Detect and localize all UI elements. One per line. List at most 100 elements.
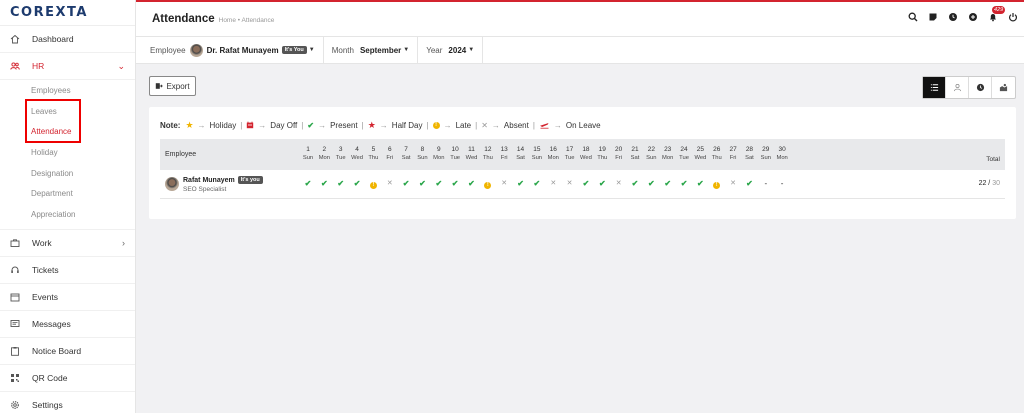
day-weekday: Wed [694, 155, 707, 161]
attendance-status-absent[interactable]: ✕ [725, 179, 741, 189]
view-switcher [922, 76, 1016, 99]
sidebar-item-events[interactable]: Events [0, 284, 135, 311]
attendance-status-present[interactable]: ✔ [513, 179, 529, 189]
sidebar-item-messages[interactable]: Messages [0, 311, 135, 338]
add-circle-icon[interactable] [968, 12, 978, 22]
day-weekday: Thu [368, 155, 379, 161]
attendance-status-present[interactable]: ✔ [627, 179, 643, 189]
day-column-header: 20 Fri [611, 145, 627, 163]
list-view-button[interactable] [923, 77, 946, 98]
app-logo[interactable]: COREXTA [0, 0, 135, 26]
attendance-status-present[interactable]: ✔ [414, 179, 430, 189]
attendance-status-present[interactable]: ✔ [578, 179, 594, 189]
day-column-header: 2 Mon [316, 145, 332, 163]
top-header: Attendance Home • Attendance 429 [136, 0, 1024, 37]
submenu-item-designation[interactable]: Designation [0, 163, 135, 184]
attendance-status-absent[interactable]: ✕ [611, 179, 627, 189]
sidebar-item-qr-code[interactable]: QR Code [0, 365, 135, 392]
attendance-status-absent[interactable]: ✕ [545, 179, 561, 189]
day-column-header: 10 Tue [447, 145, 463, 163]
attendance-status-present[interactable]: ✔ [300, 179, 316, 189]
day-column-header: 19 Thu [594, 145, 610, 163]
sidebar-item-notice-board[interactable]: Notice Board [0, 338, 135, 365]
attendance-status-late[interactable]: ! [480, 179, 496, 189]
day-column-header: 7 Sat [398, 145, 414, 163]
day-number: 7 [404, 146, 408, 153]
clock-view-button[interactable] [969, 77, 992, 98]
clock-icon[interactable] [948, 12, 958, 22]
attendance-status-present[interactable]: ✔ [333, 179, 349, 189]
employee-name[interactable]: Rafat Munayem [183, 177, 235, 184]
day-column-header: 3 Tue [333, 145, 349, 163]
plane-icon [539, 121, 550, 131]
employee-select[interactable]: Dr. Rafat Munayem It's You ▼ [207, 46, 315, 55]
attendance-status-present[interactable]: ✔ [660, 179, 676, 189]
employee-role: SEO Specialist [183, 186, 227, 193]
arrow-icon: → [318, 121, 327, 130]
attendance-status-late[interactable]: ! [365, 179, 381, 189]
year-select[interactable]: 2024 ▼ [448, 46, 474, 55]
day-weekday: Sun [531, 155, 543, 161]
message-icon [10, 319, 20, 329]
day-column-header: 9 Mon [431, 145, 447, 163]
day-number: 15 [533, 146, 541, 153]
sidebar-item-dashboard[interactable]: Dashboard [0, 26, 135, 53]
its-you-badge: It's You [281, 46, 307, 54]
table-row[interactable]: Rafat Munayem It's you SEO Specialist 22… [160, 170, 1005, 199]
legend-present: Present [330, 121, 358, 130]
half-star-icon: ★ [367, 120, 376, 130]
attendance-status-present[interactable]: ✔ [316, 179, 332, 189]
sidebar-item-work[interactable]: Work › [0, 230, 135, 257]
day-weekday: Sun [646, 155, 657, 161]
chevron-down-icon[interactable]: ⌄ [117, 61, 125, 72]
day-weekday: Sat [630, 155, 640, 161]
late-icon: ! [369, 182, 377, 189]
arrow-icon: → [443, 121, 452, 130]
day-number: 2 [322, 146, 327, 153]
sidebar-item-tickets[interactable]: Tickets [0, 257, 135, 284]
map-view-button[interactable] [992, 77, 1015, 98]
search-icon[interactable] [908, 12, 918, 22]
attendance-status-present[interactable]: ✔ [643, 179, 659, 189]
day-number: 30 [778, 146, 786, 153]
sidebar-item-settings[interactable]: Settings [0, 392, 135, 413]
submenu-item-holiday[interactable]: Holiday [0, 142, 135, 163]
star-icon: ★ [185, 120, 194, 130]
attendance-status-present[interactable]: ✔ [594, 179, 610, 189]
submenu-item-department[interactable]: Department [0, 183, 135, 204]
notification-badge: 429 [992, 6, 1006, 14]
attendance-status-present[interactable]: ✔ [464, 179, 480, 189]
present-count: 22 [978, 180, 987, 187]
attendance-status-present[interactable]: ✔ [349, 179, 365, 189]
attendance-status-present[interactable]: ✔ [676, 179, 692, 189]
attendance-status-late[interactable]: ! [709, 179, 725, 189]
page-title: Attendance [152, 13, 215, 25]
user-view-button[interactable] [946, 77, 969, 98]
attendance-status-present[interactable]: ✔ [692, 179, 708, 189]
export-button[interactable]: Export [149, 76, 196, 96]
attendance-status-absent[interactable]: ✕ [496, 179, 512, 189]
attendance-status-absent[interactable]: ✕ [562, 179, 578, 189]
avatar [165, 177, 179, 191]
arrow-icon: → [379, 121, 388, 130]
briefcase-icon [10, 238, 20, 248]
month-select[interactable]: September ▼ [360, 46, 409, 55]
day-weekday: Fri [615, 155, 623, 161]
sidebar-item-hr[interactable]: HR ⌄ [0, 53, 135, 80]
attendance-status-present[interactable]: ✔ [741, 179, 757, 189]
attendance-status-present[interactable]: ✔ [431, 179, 447, 189]
attendance-status-present[interactable]: ✔ [447, 179, 463, 189]
power-icon[interactable] [1008, 12, 1018, 22]
attendance-status-present[interactable]: ✔ [398, 179, 414, 189]
chevron-right-icon[interactable]: › [122, 238, 125, 248]
sticky-note-icon[interactable] [928, 12, 938, 22]
bell-icon[interactable]: 429 [988, 6, 1006, 22]
submenu-item-appreciation[interactable]: Appreciation [0, 204, 135, 225]
employee-cell[interactable]: Rafat Munayem It's you SEO Specialist [165, 176, 263, 193]
qr-icon [10, 373, 20, 383]
users-icon [10, 61, 20, 71]
submenu-item-employees[interactable]: Employees [0, 80, 135, 101]
attendance-status-absent[interactable]: ✕ [382, 179, 398, 189]
attendance-status-present[interactable]: ✔ [529, 179, 545, 189]
day-number: 17 [565, 146, 574, 153]
